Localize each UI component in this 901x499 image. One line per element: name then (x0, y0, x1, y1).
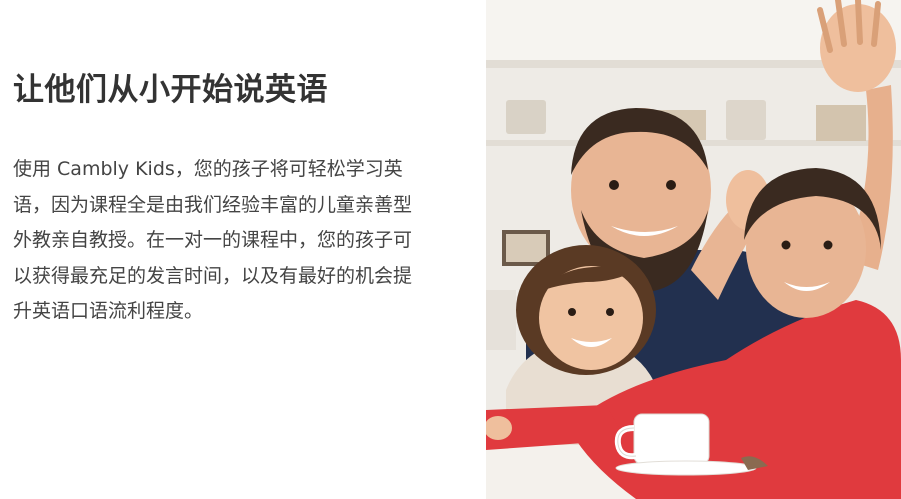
hero-section: 让他们从小开始说英语 使用 Cambly Kids，您的孩子将可轻松学习英语，因… (0, 0, 901, 499)
hero-description: 使用 Cambly Kids，您的孩子将可轻松学习英语，因为课程全是由我们经验丰… (13, 158, 413, 322)
hero-text: 让他们从小开始说英语 使用 Cambly Kids，您的孩子将可轻松学习英语，因… (13, 68, 423, 330)
family-photo (486, 0, 901, 499)
hero-title: 让他们从小开始说英语 (13, 72, 328, 108)
